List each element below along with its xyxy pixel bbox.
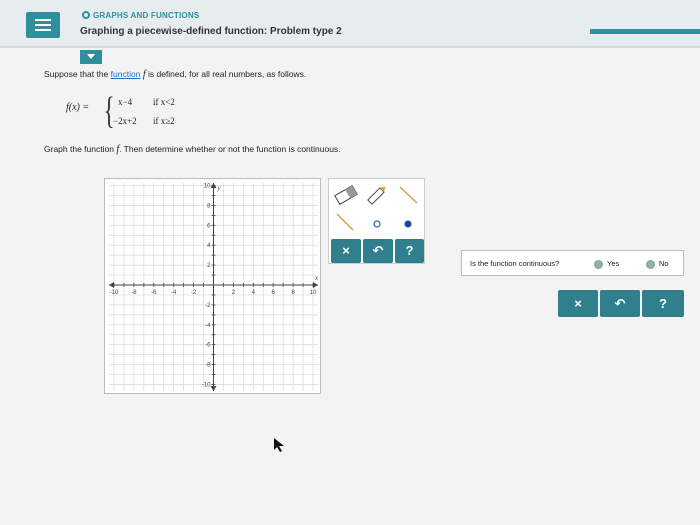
clear-answer-button[interactable]: × — [558, 290, 598, 317]
piece2-expression: −2x+2 — [113, 116, 137, 126]
help-answer-button[interactable]: ? — [642, 290, 684, 317]
undo-graph-button[interactable]: ↶ — [363, 239, 393, 263]
function-label: f(x) = — [66, 102, 90, 113]
x-tick-label: 10 — [310, 290, 317, 296]
mouse-cursor-icon — [274, 438, 284, 452]
x-axis-arrow — [313, 282, 318, 288]
instruction-text: Graph the function f. Then determine whe… — [44, 144, 341, 155]
x-tick-label: -6 — [151, 290, 157, 296]
problem-title: Graphing a piecewise-defined function: P… — [80, 26, 342, 37]
menu-button[interactable] — [26, 12, 60, 38]
topic-category: GRAPHS AND FUNCTIONS — [82, 11, 199, 20]
undo-answer-button[interactable]: ↶ — [600, 290, 640, 317]
menu-icon — [35, 19, 51, 21]
help-graph-button[interactable]: ? — [395, 239, 424, 263]
y-tick-label: -6 — [205, 343, 211, 349]
yes-radio[interactable] — [594, 260, 603, 269]
clear-graph-button[interactable]: × — [331, 239, 361, 263]
piece1-expression: x−4 — [118, 97, 133, 107]
eraser-tool[interactable] — [331, 181, 362, 209]
y-tick-label: 2 — [207, 263, 211, 269]
yes-label: Yes — [607, 259, 620, 268]
pencil-icon — [367, 186, 386, 205]
y-tick-label: -4 — [205, 323, 211, 329]
no-radio[interactable] — [646, 260, 655, 269]
y-tick-label: 6 — [207, 223, 211, 229]
y-tick-label: -2 — [205, 303, 211, 309]
continuity-question-box: Is the function continuous? Yes No — [461, 250, 684, 276]
open-point-tool[interactable] — [362, 209, 393, 237]
line-icon — [399, 186, 418, 204]
ray-icon — [336, 213, 354, 231]
pencil-tool[interactable] — [362, 181, 393, 209]
y-axis-arrow-down — [210, 386, 217, 391]
piece1-condition: if x<2 — [153, 97, 175, 107]
top-header: GRAPHS AND FUNCTIONS Graphing a piecewis… — [0, 0, 700, 48]
x-axis-label: x — [314, 274, 319, 282]
function-link[interactable]: function — [111, 69, 141, 79]
graph-canvas[interactable]: -10 -8 -6 -4 -2 2 4 6 8 10108642-2-4-6-8-10xy — [105, 179, 322, 395]
y-tick-label: 4 — [207, 243, 211, 249]
x-tick-label: -2 — [191, 290, 197, 296]
problem-intro: Suppose that the function f is defined, … — [44, 69, 307, 80]
circle-icon — [82, 11, 90, 19]
continuity-question: Is the function continuous? — [470, 259, 560, 268]
closed-circle-icon — [404, 220, 412, 228]
coordinate-graph[interactable]: -10 -8 -6 -4 -2 2 4 6 8 10 10 8 6 4 2 -2 -4 -6 -8 -10 x y — [104, 178, 321, 394]
x-axis-arrow-left — [109, 282, 114, 288]
graph-tool-palette: × ↶ ? — [328, 178, 425, 264]
y-tick-label: 10 — [204, 183, 211, 189]
progress-bar — [590, 29, 700, 34]
line-segment-tool[interactable] — [393, 181, 424, 209]
piece2-condition: if x≥2 — [153, 116, 175, 126]
closed-point-tool[interactable] — [393, 209, 424, 237]
y-tick-label: -10 — [202, 383, 211, 389]
y-tick-label: 8 — [207, 203, 211, 209]
open-circle-icon — [373, 220, 381, 228]
no-label: No — [659, 259, 669, 268]
x-tick-label: -8 — [131, 290, 137, 296]
ray-tool[interactable] — [331, 209, 362, 237]
eraser-icon — [334, 184, 358, 206]
collapse-toggle[interactable] — [80, 50, 102, 64]
y-tick-label: -8 — [205, 363, 211, 369]
x-tick-label: -4 — [171, 290, 177, 296]
x-tick-label: -10 — [110, 290, 119, 296]
